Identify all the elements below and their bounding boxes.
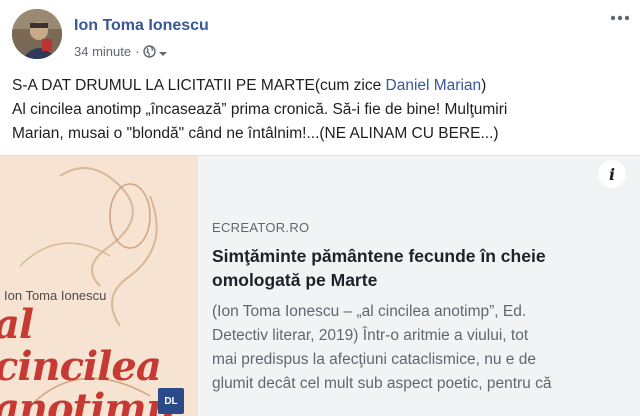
post-header: Ion Toma Ionescu 34 minute ·: [0, 0, 640, 70]
avatar-photo: [12, 9, 62, 59]
info-icon[interactable]: i: [598, 160, 626, 188]
post-timestamp[interactable]: 34 minute: [74, 44, 131, 59]
meta-separator: ·: [135, 44, 140, 59]
cover-title-line: cincilea: [0, 343, 162, 390]
audience-chevron-down-icon[interactable]: [158, 47, 168, 57]
globe-icon[interactable]: [143, 45, 157, 58]
link-domain: ECREATOR.RO: [212, 220, 310, 235]
author-avatar[interactable]: [12, 9, 62, 59]
link-description-line: glumit decât cel mult sub aspect poetic,…: [212, 375, 552, 392]
link-description-line: Detectiv literar, 2019) Într-o aritmie a…: [212, 327, 529, 344]
mention-link[interactable]: Daniel Marian: [386, 77, 482, 94]
post-meta: 34 minute ·: [74, 44, 168, 59]
author-name[interactable]: Ion Toma Ionescu: [74, 17, 209, 35]
link-description: (Ion Toma Ionescu – „al cincilea anotimp…: [212, 300, 634, 396]
more-options-button[interactable]: [606, 6, 634, 30]
link-description-line: mai predispus la afecţiuni cataclismice,…: [212, 351, 536, 368]
post-text-line-1-prefix: S-A DAT DRUMUL LA LICITATII PE MARTE(cum…: [12, 77, 386, 94]
cover-title-line: anotimp: [0, 385, 174, 416]
cover-title: al cincilea anotimp: [0, 301, 174, 416]
post-text-line-1-suffix: ): [481, 77, 487, 94]
post-text-line-3: Marian, musai o "blondă" când ne întâlni…: [12, 125, 499, 142]
link-description-line: (Ion Toma Ionescu – „al cincilea anotimp…: [212, 303, 527, 320]
post-text-line-2: Al cincilea anotimp „încasează” prima cr…: [12, 101, 508, 118]
post-body-text: S-A DAT DRUMUL LA LICITATII PE MARTE(cum…: [12, 74, 632, 146]
link-title[interactable]: Simţăminte pământene fecunde în cheie om…: [212, 244, 632, 292]
link-preview-card[interactable]: Ion Toma Ionescu al cincilea anotimp DL …: [0, 155, 640, 416]
post-text-line-1: S-A DAT DRUMUL LA LICITATII PE MARTE(cum…: [12, 74, 632, 98]
book-cover-image[interactable]: Ion Toma Ionescu al cincilea anotimp DL: [0, 156, 198, 416]
more-dots-icon: [610, 15, 630, 21]
cover-title-line: al: [0, 301, 34, 348]
publisher-logo: DL: [158, 388, 184, 414]
